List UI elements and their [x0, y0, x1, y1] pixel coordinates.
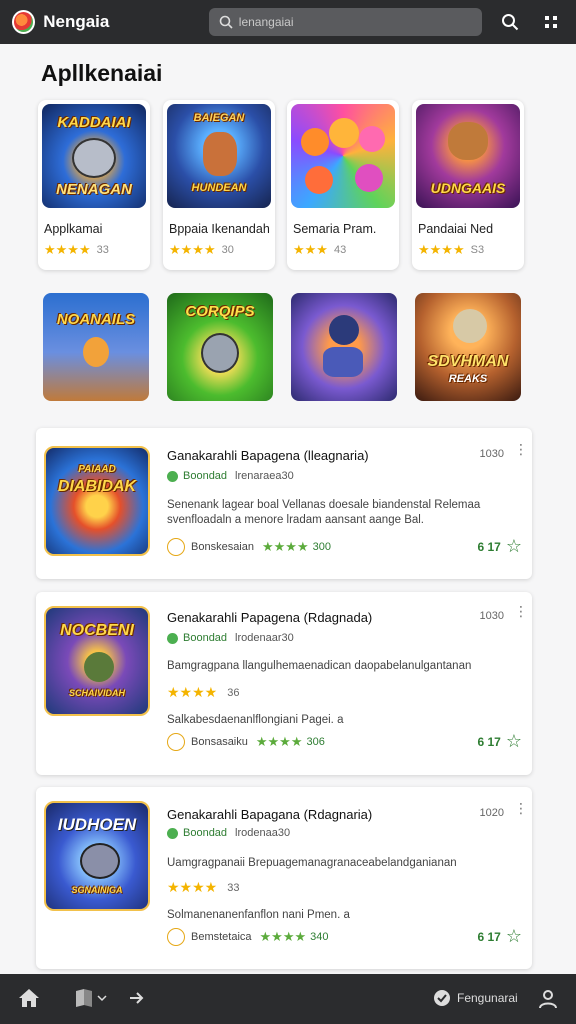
rating-stars: ★★★★ [255, 734, 303, 749]
check-circle-icon [434, 990, 450, 1006]
app-list-card[interactable]: IUDHOEN SGNAINIGA Genakarahli Bapagana (… [36, 787, 532, 969]
app-logo-icon[interactable] [12, 10, 36, 34]
app-title: Genakarahli Bapagana (Rdagnaria) [167, 807, 373, 822]
arrow-right-icon [130, 992, 144, 1004]
user-icon [539, 990, 557, 1009]
chevron-down-icon [97, 995, 107, 1002]
app-thumbnail-tile[interactable] [291, 293, 397, 401]
badge-icon [167, 538, 185, 556]
app-tile[interactable]: KADDAIAI NENAGAN Applkamai ★★★★ 33 [38, 100, 150, 270]
more-options-icon[interactable]: ⋮ [514, 604, 528, 618]
app-list-card[interactable]: NOCBENI SCHAIVIDAH Genakarahli Papagena … [36, 592, 532, 775]
check-icon [167, 827, 178, 839]
app-description: Uamgragpanaii Brepuagemanagranaceabeland… [167, 857, 457, 869]
nav-home[interactable] [18, 988, 40, 1008]
bottom-navigation: Fengunarai [0, 974, 576, 1024]
app-list-card[interactable]: PAIAAD DIABIDAK Ganakarahli Bapagena (ll… [36, 428, 532, 579]
nav-share[interactable] [128, 990, 146, 1006]
app-detail: Solmanenanenfanflon nani Pmen. a [167, 909, 350, 921]
app-rating: ★★★★ S3 [418, 242, 485, 257]
more-options-icon[interactable]: ⋮ [514, 801, 528, 815]
home-icon [19, 989, 39, 1007]
badge-icon [167, 733, 185, 751]
rating-stars: ★★★★ [167, 879, 218, 895]
app-thumbnail-tile[interactable]: NOANAILS [43, 293, 149, 401]
app-title: Nengaia [43, 12, 110, 31]
app-thumbnail-tile[interactable]: SDVHMAN REAKS [415, 293, 521, 401]
search-button[interactable] [496, 8, 523, 36]
app-name: Applkamai [44, 222, 103, 236]
rating-stars: ★★★★ [418, 242, 465, 257]
rating-stars: ★★★★ [169, 242, 216, 257]
app-tile[interactable]: BAIEGAN HUNDEAN Bppaia Ikenandah ★★★★ 30 [163, 100, 275, 270]
app-tile[interactable]: Semaria Pram. ★★★ 43 [287, 100, 399, 270]
app-detail: Salkabesdaenanlflongiani Pagei. a [167, 714, 344, 726]
app-title: Genakarahli Papagena (Rdagnada) [167, 610, 373, 625]
book-icon [76, 989, 92, 1007]
app-rating: ★★★ 43 [293, 242, 347, 257]
app-icon: IUDHOEN SGNAINIGA [44, 801, 150, 911]
verified-badge: Boondad lrenaraea30 [167, 470, 294, 482]
price-favorite[interactable]: 6 17 ☆ [478, 731, 523, 752]
grid-menu-icon [544, 16, 557, 28]
check-icon [167, 632, 178, 644]
nav-profile[interactable] [538, 989, 558, 1009]
app-tile[interactable]: UDNGAAIS Pandaiai Ned ★★★★ S3 [412, 100, 524, 270]
timestamp: 1030 [479, 448, 504, 460]
search-input[interactable] [238, 15, 479, 29]
search-bar[interactable] [208, 8, 483, 36]
app-name: Pandaiai Ned [418, 222, 494, 236]
app-meta: Bonskesaian ★★★★ 300 [167, 538, 331, 556]
app-thumbnail: BAIEGAN HUNDEAN [167, 104, 271, 208]
timestamp: 1030 [479, 610, 504, 622]
price-favorite[interactable]: 6 17 ☆ [478, 536, 523, 557]
app-thumbnail-tile[interactable]: CORQIPS [167, 293, 273, 401]
nav-library[interactable] [74, 989, 107, 1007]
app-name: Bppaia Ikenandah [169, 222, 270, 236]
rating-stars: ★★★★ [259, 929, 307, 944]
nav-account-label[interactable]: Fengunarai [433, 989, 518, 1007]
badge-icon [167, 928, 185, 946]
app-rating: ★★★★ 33 [167, 879, 240, 895]
search-icon [219, 15, 233, 29]
timestamp: 1020 [479, 807, 504, 819]
top-app-bar: Nengaia [0, 0, 576, 44]
section-title: Apllkenaiai [41, 60, 163, 86]
app-title: Ganakarahli Bapagena (lleagnaria) [167, 448, 369, 463]
app-rating: ★★★★ 30 [169, 242, 234, 257]
rating-stars: ★★★★ [44, 242, 91, 257]
app-thumbnail: UDNGAAIS [416, 104, 520, 208]
app-icon: NOCBENI SCHAIVIDAH [44, 606, 150, 716]
app-rating: ★★★★ 33 [44, 242, 109, 257]
rating-stars: ★★★★ [167, 684, 218, 700]
star-outline-icon[interactable]: ☆ [506, 926, 522, 947]
rating-stars: ★★★★ [262, 539, 309, 554]
app-meta: Bemstetaica ★★★★ 340 [167, 928, 329, 946]
price-favorite[interactable]: 6 17 ☆ [478, 926, 523, 947]
app-description: Bamgragpana llangulhemaenadican daopabel… [167, 660, 472, 672]
star-outline-icon[interactable]: ☆ [506, 536, 522, 557]
app-rating: ★★★★ 36 [167, 684, 240, 700]
star-outline-icon[interactable]: ☆ [506, 731, 522, 752]
more-options-icon[interactable]: ⋮ [514, 442, 528, 456]
verified-badge: Boondad lrodenaa30 [167, 827, 290, 839]
check-icon [167, 470, 178, 482]
rating-stars: ★★★ [293, 242, 328, 257]
app-thumbnail: KADDAIAI NENAGAN [42, 104, 146, 208]
grid-menu-button[interactable] [537, 8, 564, 36]
app-meta: Bonsasaiku ★★★★ 306 [167, 733, 325, 751]
verified-badge: Boondad lrodenaar30 [167, 632, 294, 644]
app-icon: PAIAAD DIABIDAK [44, 446, 150, 556]
app-description: Senenank lagear boal Vellanas doesale bi… [167, 499, 481, 526]
app-name: Semaria Pram. [293, 222, 377, 236]
search-icon [501, 14, 518, 31]
app-thumbnail [291, 104, 395, 208]
